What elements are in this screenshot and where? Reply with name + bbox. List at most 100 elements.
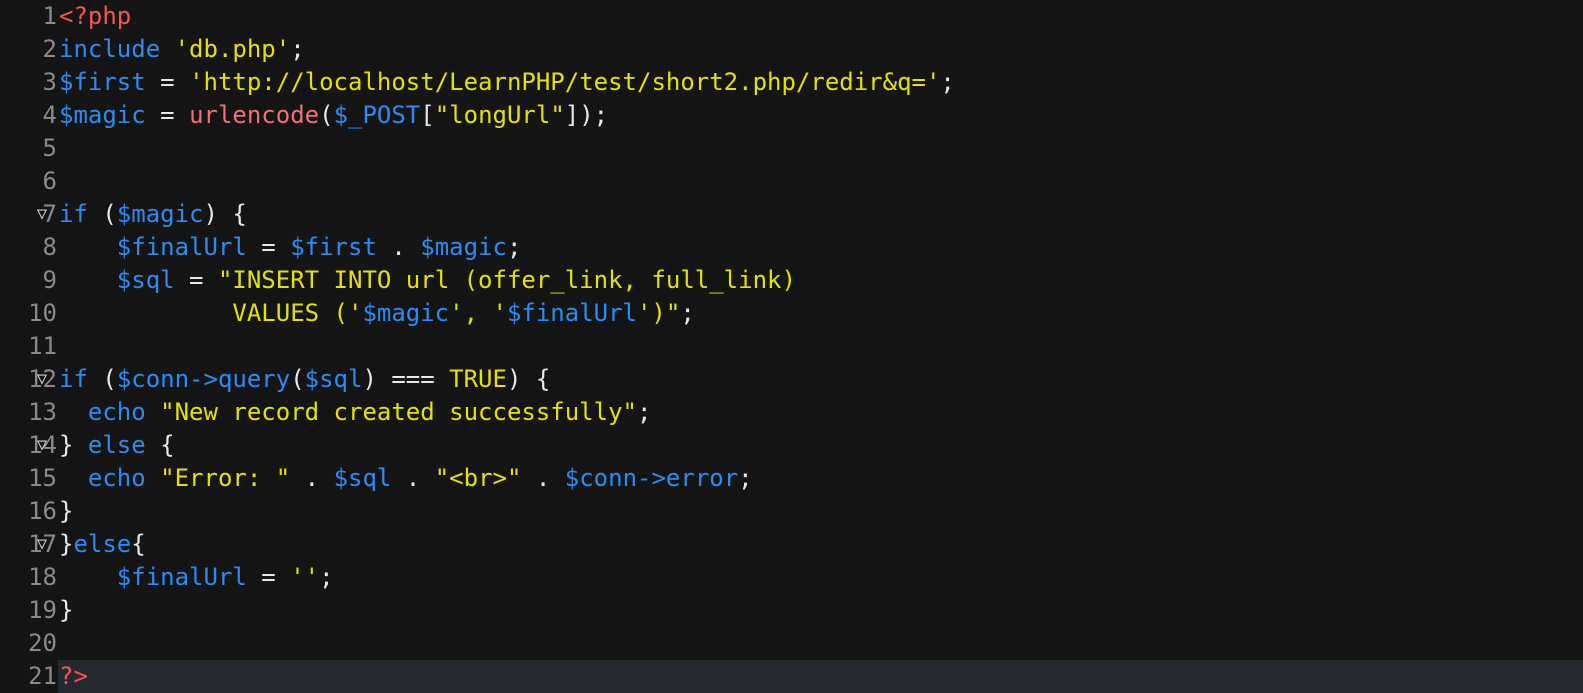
fold-triangle-icon[interactable]: ▽ [32, 363, 52, 396]
code-token: ; [319, 563, 334, 591]
code-token: ( [290, 365, 305, 393]
code-line-text[interactable]: } else { [58, 429, 1583, 462]
line-number: 18 [28, 563, 57, 591]
line-gutter[interactable]: 7 ▽ [0, 198, 58, 231]
code-line-text[interactable]: if ($magic) { [58, 198, 1583, 231]
code-line[interactable]: 15 echo "Error: " . $sql . "<br>" . $con… [0, 462, 1583, 495]
code-line[interactable]: 14 ▽} else { [0, 429, 1583, 462]
line-number: 6 [42, 167, 57, 195]
code-line-text[interactable]: $finalUrl = $first . $magic; [58, 231, 1583, 264]
code-line[interactable]: 16} [0, 495, 1583, 528]
line-gutter[interactable]: 17 ▽ [0, 528, 58, 561]
code-token: . [521, 464, 565, 492]
line-gutter[interactable]: 16 [0, 495, 58, 528]
code-line[interactable]: 1 <?php [0, 0, 1583, 33]
code-line-text[interactable]: $finalUrl = ''; [58, 561, 1583, 594]
code-token: . [376, 233, 421, 261]
code-line[interactable]: 2 include 'db.php'; [0, 33, 1583, 66]
line-gutter[interactable]: 18 [0, 561, 58, 594]
code-token: ?> [59, 662, 88, 690]
code-line-text[interactable]: } [58, 594, 1583, 627]
code-line-text[interactable]: echo "Error: " . $sql . "<br>" . $conn->… [58, 462, 1583, 495]
code-editor[interactable]: 1 <?php 2 include 'db.php'; 3 $first = 'http:… [0, 0, 1583, 693]
code-token: = [246, 563, 291, 591]
code-token: ) === [362, 365, 450, 393]
line-number: 16 [28, 497, 57, 525]
code-token: ( [319, 101, 334, 129]
line-gutter[interactable]: 9 [0, 264, 58, 297]
code-line[interactable]: 9 $sql = "INSERT INTO url (offer_link, f… [0, 264, 1583, 297]
code-line[interactable]: 13 echo "New record created successfully… [0, 396, 1583, 429]
code-line[interactable]: 8 $finalUrl = $first . $magic; [0, 231, 1583, 264]
code-line-text[interactable]: $sql = "INSERT INTO url (offer_link, ful… [58, 264, 1583, 297]
code-line-text[interactable]: $first = 'http://localhost/LearnPHP/test… [58, 66, 1583, 99]
line-gutter[interactable]: 6 [0, 165, 58, 198]
code-token: ) { [203, 200, 247, 228]
code-token: $magic [116, 200, 204, 228]
code-line[interactable]: 20 [0, 627, 1583, 660]
code-line-text[interactable]: $magic = urlencode($_POST["longUrl"]); [58, 99, 1583, 132]
code-line-text[interactable]: include 'db.php'; [58, 33, 1583, 66]
line-gutter[interactable]: 11 [0, 330, 58, 363]
code-line[interactable]: 5 [0, 132, 1583, 165]
code-line[interactable]: 10 VALUES ('$magic', '$finalUrl')"; [0, 297, 1583, 330]
line-gutter[interactable]: 12 ▽ [0, 363, 58, 396]
code-line[interactable]: 21 ?> [0, 660, 1583, 693]
code-lines-container[interactable]: 1 <?php 2 include 'db.php'; 3 $first = 'http:… [0, 0, 1583, 693]
code-line-text[interactable]: echo "New record created successfully"; [58, 396, 1583, 429]
line-gutter[interactable]: 5 [0, 132, 58, 165]
fold-triangle-icon[interactable]: ▽ [32, 198, 52, 231]
code-line[interactable]: 6 [0, 165, 1583, 198]
code-token: = [145, 101, 190, 129]
line-gutter[interactable]: 8 [0, 231, 58, 264]
code-token: $sql [304, 365, 363, 393]
code-token: $finalUrl [116, 233, 247, 261]
code-token: echo [87, 398, 146, 426]
line-number: 11 [28, 332, 57, 360]
line-gutter[interactable]: 20 [0, 627, 58, 660]
code-line-text[interactable]: ?> [58, 660, 1583, 693]
code-token: = [145, 68, 190, 96]
code-line[interactable]: 11 [0, 330, 1583, 363]
fold-triangle-icon[interactable]: ▽ [32, 528, 52, 561]
code-line-text[interactable]: VALUES ('$magic', '$finalUrl')"; [58, 297, 1583, 330]
code-line[interactable]: 12 ▽ if ($conn->query($sql) === TRUE) { [0, 363, 1583, 396]
code-token: = [174, 266, 218, 294]
line-gutter[interactable]: 14 ▽ [0, 429, 58, 462]
code-line-text[interactable]: } [58, 495, 1583, 528]
code-line[interactable]: 19} [0, 594, 1583, 627]
code-line-text[interactable]: if ($conn->query($sql) === TRUE) { [58, 363, 1583, 396]
code-line-text[interactable]: }else{ [58, 528, 1583, 561]
code-token: $first [290, 233, 377, 261]
line-number: 3 [42, 68, 57, 96]
code-line[interactable]: 17 ▽}else{ [0, 528, 1583, 561]
line-gutter[interactable]: 15 [0, 462, 58, 495]
line-number: 10 [28, 299, 57, 327]
code-token: else [87, 431, 146, 459]
line-gutter[interactable]: 13 [0, 396, 58, 429]
line-gutter[interactable]: 3 [0, 66, 58, 99]
code-line[interactable]: 3 $first = 'http://localhost/LearnPHP/tes… [0, 66, 1583, 99]
code-line-text[interactable]: <?php [58, 0, 1583, 33]
code-line[interactable]: 7 ▽ if ($magic) { [0, 198, 1583, 231]
code-token: } [59, 497, 74, 525]
code-line[interactable]: 18 $finalUrl = ''; [0, 561, 1583, 594]
line-gutter[interactable]: 21 [0, 660, 58, 693]
fold-triangle-icon[interactable]: ▽ [32, 429, 52, 462]
line-gutter[interactable]: 1 [0, 0, 58, 33]
line-number: 15 [28, 464, 57, 492]
line-gutter[interactable]: 2 [0, 33, 58, 66]
line-gutter[interactable]: 4 [0, 99, 58, 132]
line-number: 1 [42, 2, 57, 30]
code-token: if [59, 365, 88, 393]
line-gutter[interactable]: 19 [0, 594, 58, 627]
code-token: ( [87, 365, 117, 393]
line-gutter[interactable]: 10 [0, 297, 58, 330]
code-line[interactable]: 4 $magic = urlencode($_POST["longUrl"]); [0, 99, 1583, 132]
line-number: 20 [28, 629, 57, 657]
